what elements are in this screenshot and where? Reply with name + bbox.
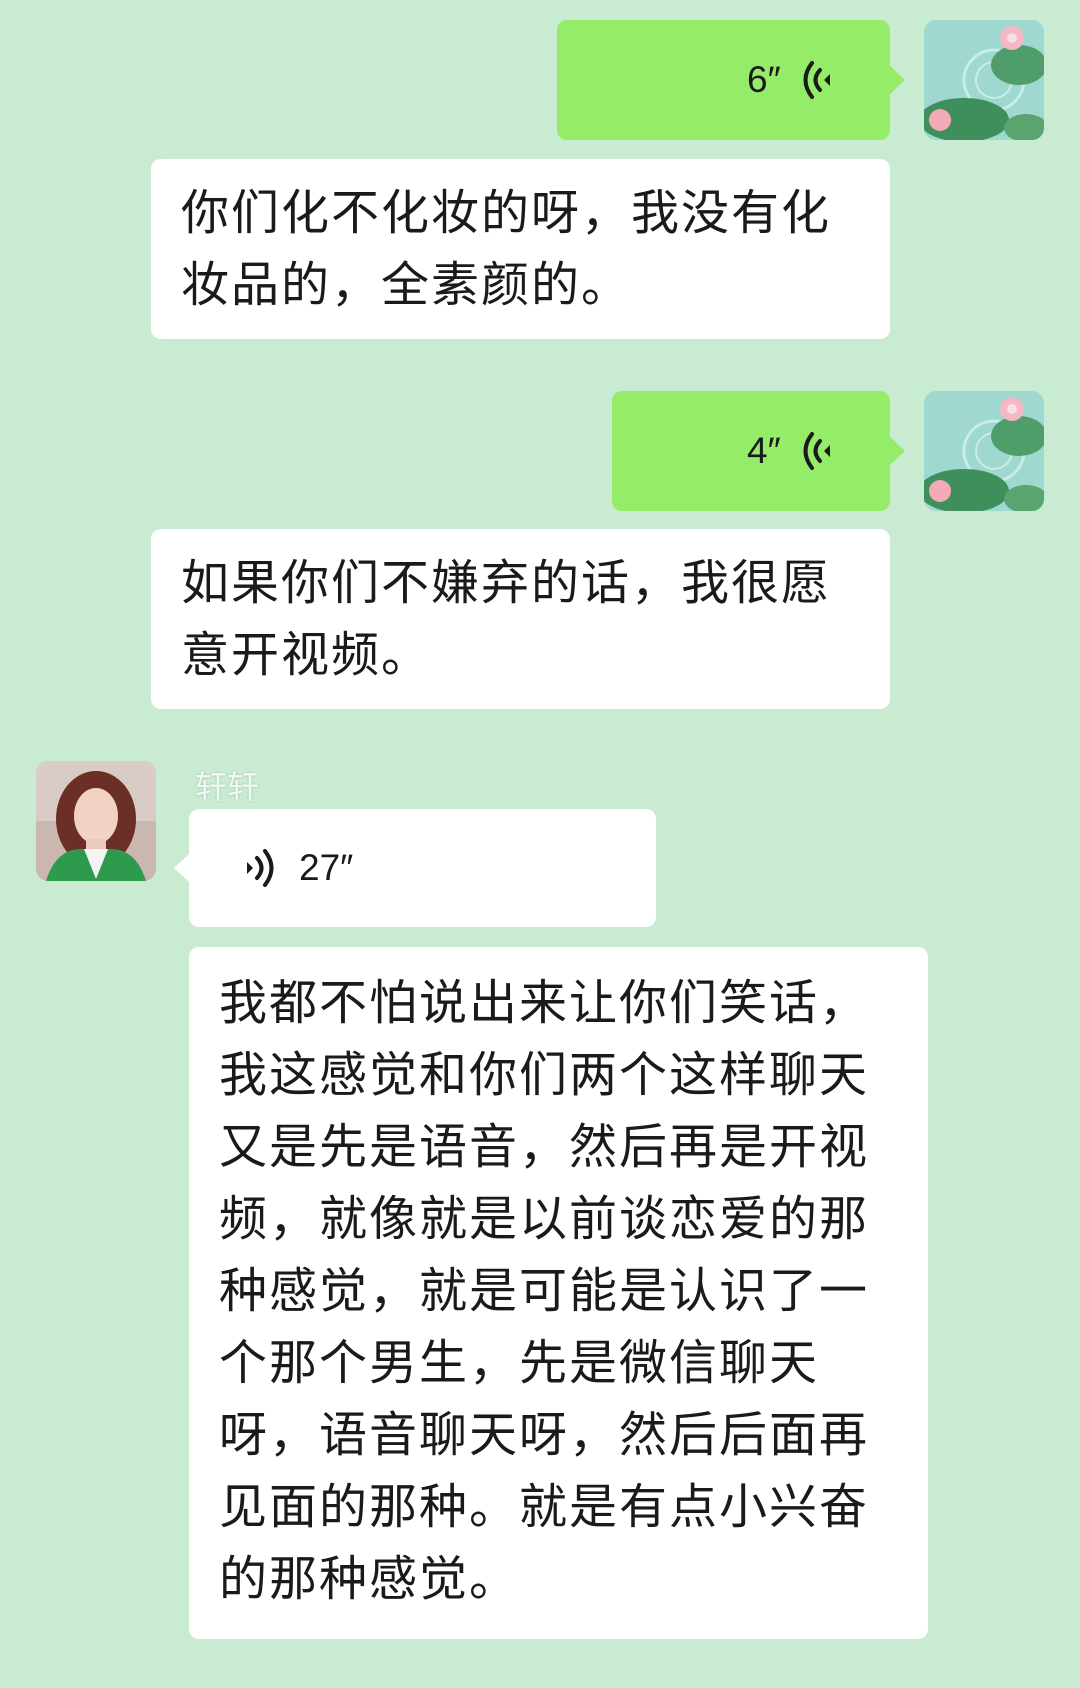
lotus-pond-avatar-icon bbox=[924, 20, 1044, 140]
text-message-bubble[interactable]: 如果你们不嫌弃的话，我很愿意开视频。 bbox=[151, 529, 890, 709]
voice-wave-icon bbox=[803, 61, 830, 99]
lotus-pond-avatar-icon bbox=[924, 391, 1044, 511]
contact-avatar[interactable] bbox=[36, 761, 156, 881]
voice-message-bubble[interactable]: 6″ bbox=[557, 20, 905, 140]
voice-wave-icon bbox=[803, 432, 830, 470]
woman-portrait-avatar-icon bbox=[36, 761, 156, 881]
self-avatar[interactable] bbox=[924, 20, 1044, 140]
voice-duration: 27″ bbox=[299, 847, 354, 888]
self-avatar[interactable] bbox=[924, 391, 1044, 511]
voice-duration: 6″ bbox=[747, 59, 781, 100]
voice-message-bubble[interactable]: 4″ bbox=[612, 391, 905, 511]
message-text: 你们化不化妆的呀，我没有化妆品的，全素颜的。 bbox=[181, 185, 832, 313]
text-message-bubble[interactable]: 我都不怕说出来让你们笑话，我这感觉和你们两个这样聊天又是先是语音，然后再是开视频… bbox=[189, 947, 928, 1639]
message-text: 如果你们不嫌弃的话，我很愿意开视频。 bbox=[181, 555, 832, 683]
message-text: 我都不怕说出来让你们笑话，我这感觉和你们两个这样聊天又是先是语音，然后再是开视频… bbox=[219, 975, 870, 1607]
text-message-bubble[interactable]: 你们化不化妆的呀，我没有化妆品的，全素颜的。 bbox=[151, 159, 890, 339]
voice-message-bubble[interactable]: 27″ bbox=[174, 809, 656, 927]
sender-name: 轩轩 bbox=[195, 768, 260, 806]
voice-duration: 4″ bbox=[747, 430, 781, 471]
voice-wave-icon bbox=[247, 849, 274, 887]
